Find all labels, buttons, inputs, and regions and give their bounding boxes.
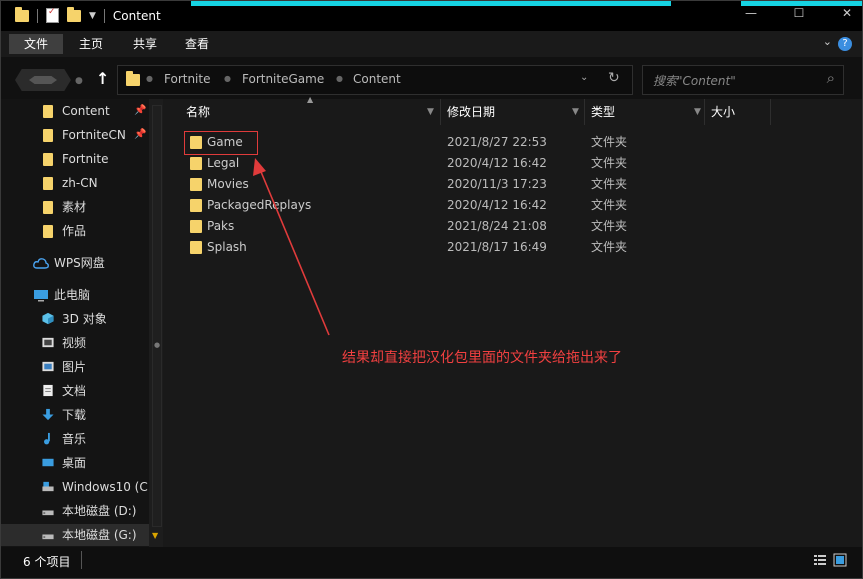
status-bar: 6 个项目: [1, 547, 862, 578]
item-count: 6 个项目: [23, 555, 71, 569]
explorer-window: ▼ Content — ☐ ✕ 文件 主页 共享 查看 ⌄ ? ● ↑ ● Fo…: [0, 0, 863, 579]
annotation-text: 结果却直接把汉化包里面的文件夹给拖出来了: [342, 350, 622, 366]
status-divider: [81, 551, 82, 569]
large-icons-view-icon[interactable]: [833, 553, 847, 567]
annotation-arrow: [253, 158, 330, 336]
details-view-icon[interactable]: [813, 553, 827, 567]
